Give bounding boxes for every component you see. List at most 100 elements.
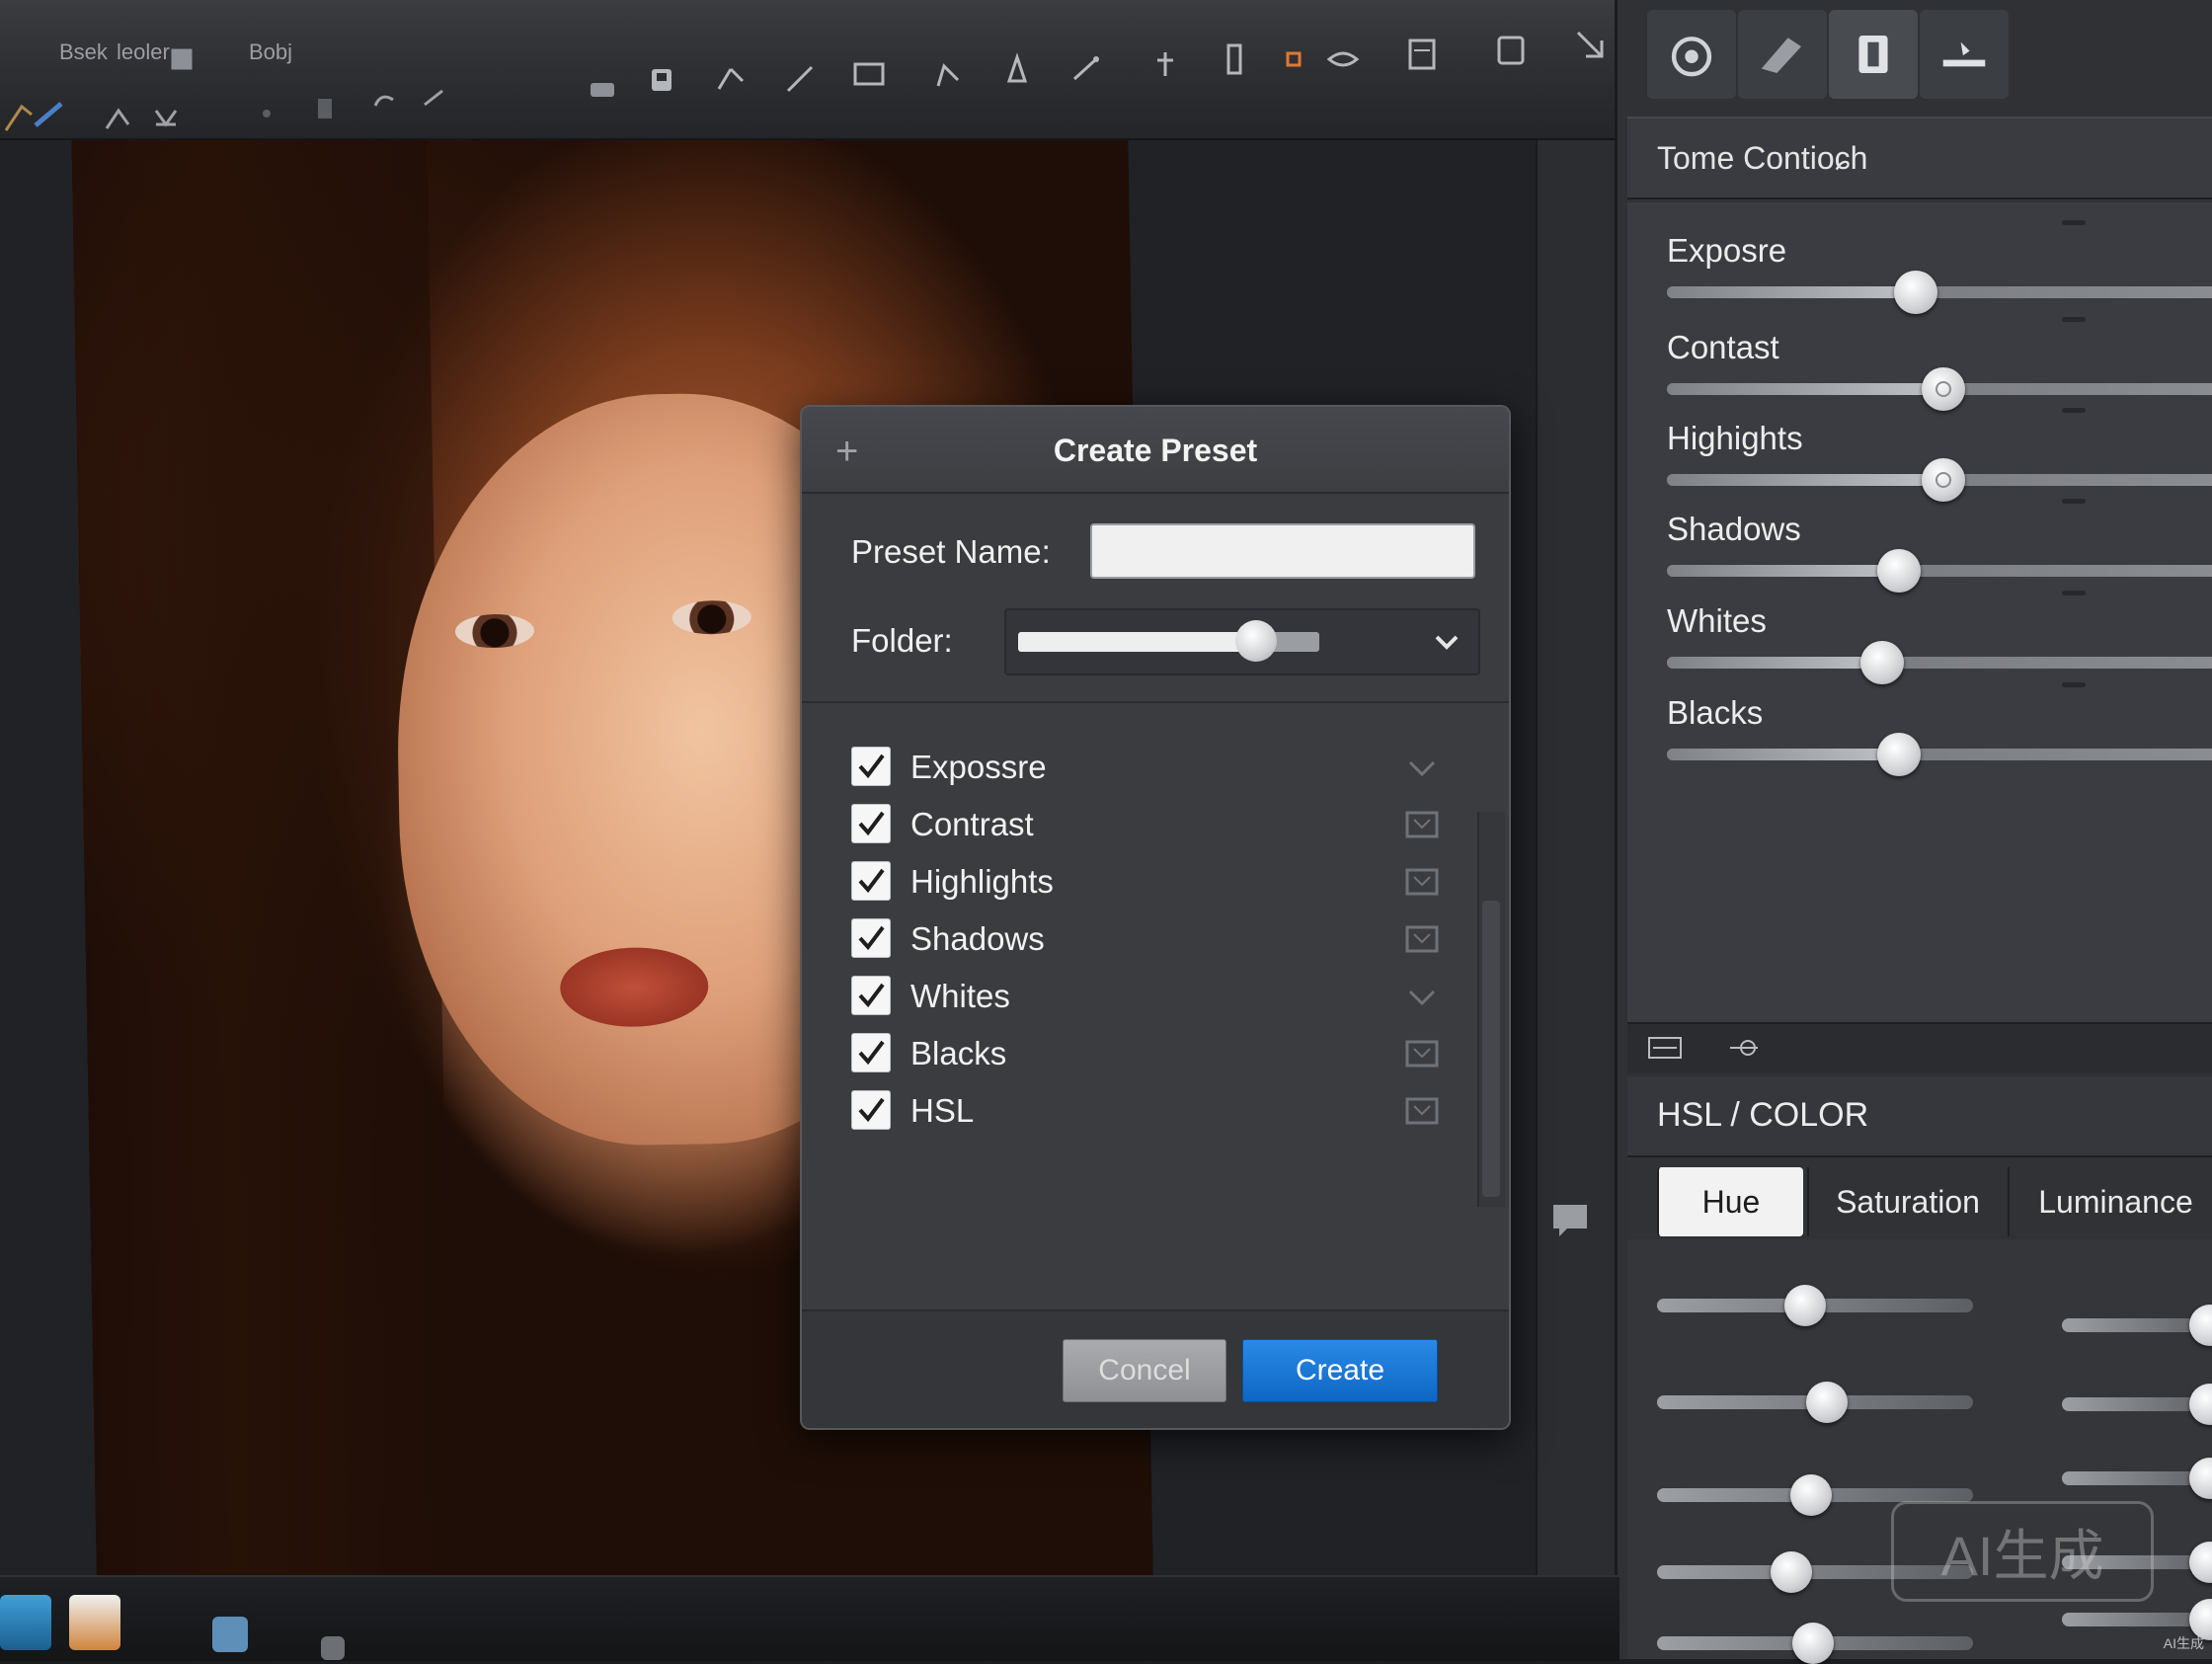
taskbar-app-icon[interactable]	[212, 1617, 248, 1652]
option-row[interactable]: Contrast	[851, 794, 1444, 853]
menu-item-2[interactable]: leoler	[117, 40, 170, 65]
option-row[interactable]: Blacks	[851, 1023, 1444, 1082]
chevron-down-icon[interactable]	[1404, 982, 1440, 1011]
preset-name-input[interactable]	[1090, 523, 1475, 579]
option-toggle-icon[interactable]	[1404, 810, 1440, 839]
tab-saturation[interactable]: Saturation	[1807, 1167, 2007, 1236]
option-row[interactable]: Expossre	[851, 737, 1444, 796]
anchor-icon[interactable]	[1726, 1032, 1762, 1064]
option-checkbox[interactable]	[851, 918, 891, 958]
dialog-title-bar[interactable]: + Create Preset	[802, 407, 1509, 494]
square-icon[interactable]	[1274, 40, 1313, 79]
chevron-down-icon[interactable]	[1404, 753, 1440, 782]
option-toggle-icon[interactable]	[1404, 867, 1440, 897]
taskbar-app-icon[interactable]	[0, 1595, 51, 1650]
create-button[interactable]: Create	[1242, 1339, 1438, 1402]
hsl-slider[interactable]	[2062, 1599, 2212, 1640]
slider-knob[interactable]	[1860, 641, 1904, 684]
option-checkbox[interactable]	[851, 976, 891, 1015]
list-icon[interactable]	[1647, 1032, 1683, 1064]
redo-icon[interactable]	[415, 79, 454, 119]
stamp-icon[interactable]	[306, 89, 346, 128]
slider-tick	[2062, 220, 2086, 225]
comment-icon[interactable]	[1545, 1195, 1595, 1244]
option-row[interactable]: Whites	[851, 966, 1444, 1025]
slider-knob[interactable]	[1922, 367, 1965, 411]
hsl-slider[interactable]	[2062, 1458, 2212, 1499]
pin-icon[interactable]	[1146, 44, 1185, 84]
slider-track[interactable]	[1667, 458, 2212, 502]
eye-icon[interactable]	[1323, 40, 1363, 79]
chevron-down-icon[interactable]	[1429, 624, 1464, 660]
slider-knob[interactable]	[1922, 458, 1965, 502]
menu-item-1[interactable]: Bsek	[59, 40, 108, 65]
hsl-slider[interactable]	[2062, 1305, 2212, 1346]
option-toggle-icon[interactable]	[1404, 1096, 1440, 1126]
option-row[interactable]: HSL	[851, 1080, 1444, 1140]
option-checkbox[interactable]	[851, 747, 891, 786]
folder-slider-knob[interactable]	[1235, 620, 1277, 662]
canvas-side-strip	[1536, 79, 1617, 1580]
options-scrollbar[interactable]	[1477, 812, 1505, 1207]
spot-icon[interactable]	[247, 94, 286, 133]
hsl-color-header[interactable]: HSL / COLOR	[1627, 1076, 2212, 1157]
option-row[interactable]: Shadows	[851, 909, 1444, 968]
option-label: Highlights	[910, 863, 1054, 900]
save-icon[interactable]	[642, 59, 681, 99]
taskbar	[0, 1575, 1620, 1661]
brush-icon[interactable]	[30, 94, 69, 133]
slider-knob[interactable]	[1877, 549, 1921, 593]
folder-slider-track	[1018, 632, 1260, 652]
scrollbar-thumb[interactable]	[1482, 901, 1500, 1197]
arrow-icon[interactable]	[1570, 25, 1610, 64]
option-row[interactable]: Highlights	[851, 851, 1444, 911]
folder-select[interactable]	[1004, 608, 1480, 675]
hsl-slider[interactable]	[2062, 1384, 2212, 1425]
hsl-slider[interactable]	[1657, 1285, 1973, 1326]
crop-icon[interactable]	[849, 54, 889, 94]
hsl-slider[interactable]	[1657, 1623, 1973, 1664]
slider-knob[interactable]	[1877, 733, 1921, 776]
angle-icon[interactable]	[928, 54, 968, 94]
tab-hue[interactable]: Hue	[1657, 1167, 1803, 1236]
patch-icon[interactable]	[583, 69, 622, 109]
option-label: HSL	[910, 1092, 975, 1129]
panel-tab-layers[interactable]	[1829, 10, 1918, 99]
grid-icon[interactable]	[168, 40, 196, 79]
slider-track[interactable]	[1667, 733, 2212, 776]
option-checkbox[interactable]	[851, 861, 891, 901]
slider-track[interactable]	[1667, 641, 2212, 684]
line-icon[interactable]	[780, 59, 820, 99]
panel-tab-camera[interactable]	[1647, 10, 1736, 99]
panel-tab-tools[interactable]	[1920, 10, 2009, 99]
panel-tab-edit[interactable]	[1738, 10, 1827, 99]
taskbar-app-icon[interactable]	[69, 1595, 120, 1650]
layer-icon[interactable]	[1491, 30, 1531, 69]
option-toggle-icon[interactable]	[1404, 924, 1440, 954]
option-checkbox[interactable]	[851, 1033, 891, 1072]
slider-track[interactable]	[1667, 271, 2212, 314]
tab-luminance[interactable]: Luminance	[2008, 1167, 2212, 1236]
tone-control-header[interactable]: Tome Contioɕh	[1627, 117, 2212, 199]
pen-icon[interactable]	[711, 59, 750, 99]
rect-icon[interactable]	[1215, 40, 1254, 79]
undo-icon[interactable]	[365, 84, 405, 123]
wand-icon[interactable]	[1066, 49, 1106, 89]
slider-track[interactable]	[1667, 367, 2212, 411]
doc-icon[interactable]	[1402, 35, 1442, 74]
cancel-button[interactable]: Concel	[1063, 1339, 1226, 1402]
slider-track[interactable]	[1667, 549, 2212, 593]
adjustments-panel: Tome Contioɕh Exposre Contast Highights Sha…	[1615, 0, 2212, 1664]
feather-icon[interactable]	[99, 99, 138, 138]
menu-item-3[interactable]: Bobj	[249, 40, 292, 65]
taskbar-app-icon[interactable]	[321, 1636, 345, 1660]
lasso-icon[interactable]	[148, 99, 188, 138]
hsl-slider[interactable]	[1657, 1474, 1973, 1516]
option-toggle-icon[interactable]	[1404, 1039, 1440, 1069]
option-checkbox[interactable]	[851, 1090, 891, 1130]
slider-label: Highights	[1667, 420, 1803, 456]
hsl-slider[interactable]	[1657, 1382, 1973, 1423]
option-checkbox[interactable]	[851, 804, 891, 843]
shape-icon[interactable]	[997, 49, 1037, 89]
slider-knob[interactable]	[1894, 271, 1937, 314]
